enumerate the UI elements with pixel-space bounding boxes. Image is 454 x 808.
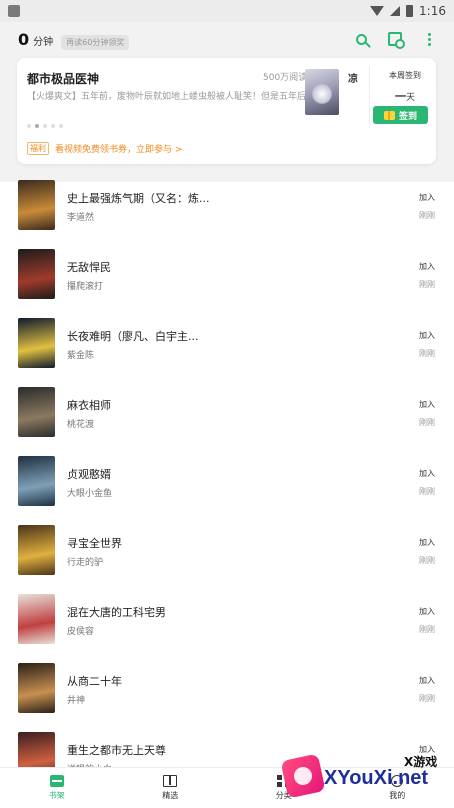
benefit-text: 看视频免费领书券，立即参与 > xyxy=(55,145,183,155)
gift-icon xyxy=(383,110,395,120)
book-cover[interactable] xyxy=(18,456,55,506)
carousel-dot xyxy=(43,124,47,128)
signin-days-unit: 天 xyxy=(405,93,415,103)
site-watermark: X游戏 XYouXi.net xyxy=(280,745,454,808)
add-to-shelf-button[interactable]: 加入 xyxy=(419,261,435,272)
book-author: 行走的驴 xyxy=(67,558,104,568)
book-row[interactable]: 长夜难明（廖凡、白宇主... 紫金陈 加入刚刚 xyxy=(0,316,454,385)
add-to-shelf-button[interactable]: 加入 xyxy=(419,606,435,617)
book-row[interactable]: 混在大唐的工科宅男 皮侯容 加入刚刚 xyxy=(0,592,454,661)
watermark-logo-icon xyxy=(280,753,326,799)
last-read-time: 刚刚 xyxy=(419,694,435,703)
tab-featured[interactable]: 精选 xyxy=(114,768,228,808)
book-author: 紫金陈 xyxy=(67,351,95,361)
add-to-shelf-button[interactable]: 加入 xyxy=(419,399,435,410)
benefit-banner[interactable]: 福利 看视频免费领书券，立即参与 > xyxy=(27,142,182,155)
book-cover[interactable] xyxy=(18,318,55,368)
book-title: 重生之都市无上天尊 xyxy=(67,744,166,757)
book-row[interactable]: 从商二十年井神 加入刚刚 xyxy=(0,661,454,730)
reading-time[interactable]: 0 分钟 再读60分钟领奖 xyxy=(18,30,130,50)
carousel-dot xyxy=(35,124,39,128)
tab-label: 书架 xyxy=(48,791,65,800)
carousel-dot xyxy=(27,124,31,128)
bookshelf-list: 史上最强炼气期（又名：炼... 李道然 加入 刚刚 无敌悍民 攥爬滚打 加入 刚刚 长夜难明（廖… xyxy=(0,178,454,799)
featured-book-card[interactable]: 都市极品医神 500万阅读 凉 【火爆爽文】五年前，废物叶辰就如地上蝼虫般被人耻… xyxy=(17,58,436,164)
next-banner-title: 凉 xyxy=(348,74,358,85)
last-read-time: 刚刚 xyxy=(419,625,435,634)
carousel-dot xyxy=(59,124,63,128)
reading-time-unit: 分钟 xyxy=(33,37,54,48)
book-cover[interactable] xyxy=(18,525,55,575)
book-author: 李道然 xyxy=(67,213,95,223)
featured-book-cover[interactable] xyxy=(305,69,339,115)
status-icons: 1:16 xyxy=(370,4,446,18)
featured-book-reads: 500万阅读 xyxy=(263,73,308,83)
book-cover[interactable] xyxy=(18,249,55,299)
last-read-time: 刚刚 xyxy=(419,418,435,427)
wifi-icon xyxy=(370,6,385,16)
carousel-dot xyxy=(51,124,55,128)
book-author: 桃花渡 xyxy=(67,420,95,430)
book-row[interactable]: 寻宝全世界行走的驴 加入刚刚 xyxy=(0,523,454,592)
book-title: 长夜难明（廖凡、白宇主... xyxy=(67,330,199,343)
book-title: 寻宝全世界 xyxy=(67,537,122,550)
status-bar: 1:16 xyxy=(0,0,454,22)
book-row[interactable]: 史上最强炼气期（又名：炼... 李道然 加入刚刚 xyxy=(0,178,454,247)
book-cover[interactable] xyxy=(18,594,55,644)
add-to-shelf-button[interactable]: 加入 xyxy=(419,468,435,479)
bookshelf-icon xyxy=(49,775,64,787)
book-cover[interactable] xyxy=(18,387,55,437)
notification-icon xyxy=(8,5,20,17)
book-row[interactable]: 无敌悍民攥爬滚打 加入刚刚 xyxy=(0,247,454,316)
tab-bookshelf[interactable]: 书架 xyxy=(0,768,114,808)
watermark-main-text: XYouXi.net xyxy=(324,767,429,789)
add-to-shelf-button[interactable]: 加入 xyxy=(419,537,435,548)
signin-days-value: 一 xyxy=(394,90,406,103)
open-book-icon xyxy=(163,775,178,787)
book-title: 无敌悍民 xyxy=(67,261,111,274)
last-read-time: 刚刚 xyxy=(419,349,435,358)
battery-icon xyxy=(406,5,414,17)
book-author: 井神 xyxy=(67,696,86,706)
book-title: 史上最强炼气期（又名：炼... xyxy=(67,192,210,205)
book-author: 皮侯容 xyxy=(67,627,95,637)
featured-book-title: 都市极品医神 xyxy=(27,72,100,86)
reading-history-icon[interactable] xyxy=(386,30,405,49)
add-to-shelf-button[interactable]: 加入 xyxy=(419,675,435,686)
signin-button-label: 签到 xyxy=(398,111,417,122)
weekly-signin-label: 本周签到 xyxy=(389,71,421,80)
book-row[interactable]: 贞观憨婿大眼小金鱼 加入刚刚 xyxy=(0,454,454,523)
more-options-icon[interactable] xyxy=(420,30,438,48)
search-icon[interactable] xyxy=(352,30,370,48)
reading-time-value: 0 xyxy=(18,30,30,49)
last-read-time: 刚刚 xyxy=(419,280,435,289)
book-author: 攥爬滚打 xyxy=(67,282,104,292)
book-title: 麻衣相师 xyxy=(67,399,111,412)
reading-reward-hint[interactable]: 再读60分钟领奖 xyxy=(61,35,130,50)
signal-icon xyxy=(390,6,401,16)
divider xyxy=(369,66,370,128)
last-read-time: 刚刚 xyxy=(419,487,435,496)
book-title: 从商二十年 xyxy=(67,675,122,688)
book-author: 大眼小金鱼 xyxy=(67,489,113,499)
tab-label: 精选 xyxy=(162,791,179,800)
book-cover[interactable] xyxy=(18,663,55,713)
signin-button[interactable]: 签到 xyxy=(373,106,428,124)
last-read-time: 刚刚 xyxy=(419,556,435,565)
add-to-shelf-button[interactable]: 加入 xyxy=(419,192,435,203)
book-title: 贞观憨婿 xyxy=(67,468,111,481)
add-to-shelf-button[interactable]: 加入 xyxy=(419,330,435,341)
book-title: 混在大唐的工科宅男 xyxy=(67,606,166,619)
carousel-indicator xyxy=(27,124,63,128)
book-row[interactable]: 麻衣相师桃花渡 加入刚刚 xyxy=(0,385,454,454)
benefit-tag: 福利 xyxy=(27,142,49,155)
featured-book-description: 【火爆爽文】五年前，废物叶辰就如地上蝼虫般被人耻笑！但是五年后，他带着一百位上古… xyxy=(27,92,305,102)
signin-days: 一天 xyxy=(377,88,433,104)
book-cover[interactable] xyxy=(18,180,55,230)
last-read-time: 刚刚 xyxy=(419,211,435,220)
status-time: 1:16 xyxy=(419,4,446,18)
